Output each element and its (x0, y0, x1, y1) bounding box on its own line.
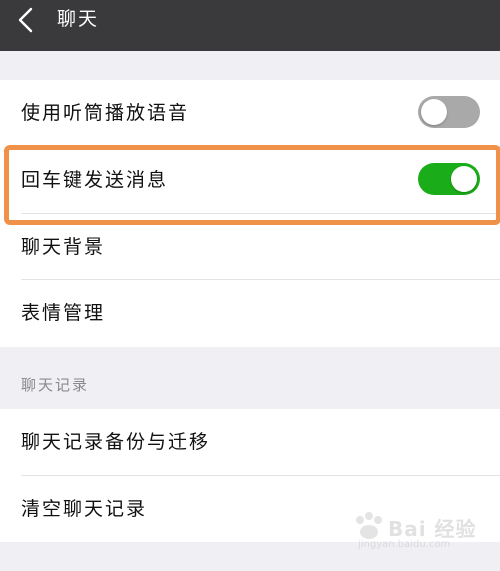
sticker-management-label: 表情管理 (21, 302, 106, 324)
chat-settings-section: 使用听筒播放语音 回车键发送消息 聊天背景 表情管理 (0, 80, 500, 347)
chat-background-label: 聊天背景 (21, 236, 106, 258)
chat-settings-screen: 聊天 使用听筒播放语音 回车键发送消息 聊天背景 表情管理 聊天记录 聊天记录备… (0, 0, 500, 571)
chevron-left-icon[interactable] (14, 6, 38, 34)
paw-logo-icon (356, 512, 382, 539)
baidu-jingyan-watermark: Bai 经验 jingyan.baidu.com (352, 511, 482, 551)
toggle-knob (421, 99, 447, 125)
earpiece-audio-toggle[interactable] (418, 96, 480, 128)
watermark-url: jingyan.baidu.com (358, 539, 451, 550)
clear-history-label: 清空聊天记录 (21, 498, 148, 520)
enter-to-send-label: 回车键发送消息 (21, 169, 169, 191)
backup-migrate-label: 聊天记录备份与迁移 (21, 431, 211, 453)
watermark-brand: Bai 经验 (388, 517, 477, 541)
earpiece-audio-label: 使用听筒播放语音 (21, 102, 190, 124)
chat-background-row[interactable]: 聊天背景 (0, 214, 500, 280)
toggle-knob (451, 166, 477, 192)
chat-history-section-title: 聊天记录 (21, 376, 90, 394)
enter-to-send-toggle[interactable] (418, 163, 480, 195)
sticker-management-row[interactable]: 表情管理 (0, 280, 500, 346)
top-bar: 聊天 (0, 0, 500, 51)
enter-to-send-row[interactable]: 回车键发送消息 (0, 147, 500, 213)
earpiece-audio-row[interactable]: 使用听筒播放语音 (0, 80, 500, 146)
page-title: 聊天 (57, 8, 100, 30)
backup-migrate-row[interactable]: 聊天记录备份与迁移 (0, 409, 500, 475)
